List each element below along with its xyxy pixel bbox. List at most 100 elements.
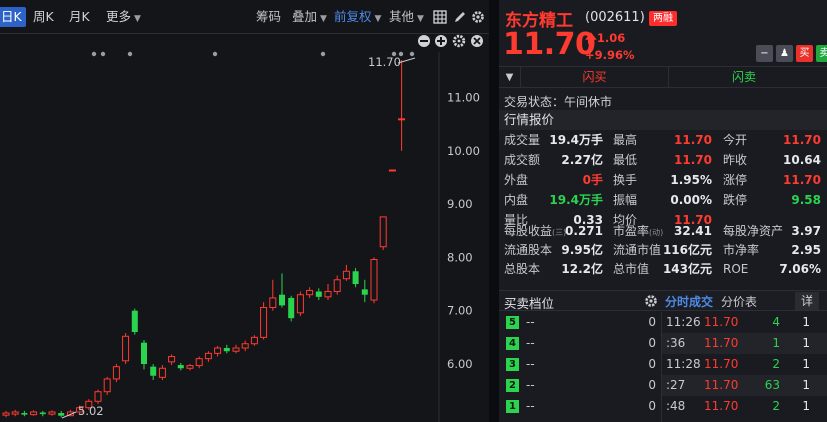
up-arrow-icon: 🡅 xyxy=(585,31,597,45)
candle-up xyxy=(232,347,240,352)
forward-adjust-dropdown[interactable]: 前复权 ▼ xyxy=(334,7,381,27)
quote-value: 1.95% xyxy=(670,173,712,187)
bid-level-row[interactable]: 1 -- 0 xyxy=(499,396,660,417)
event-marker-dot[interactable] xyxy=(409,51,415,57)
bid-level-row[interactable]: 3 -- 0 xyxy=(499,354,660,375)
overlay-dropdown[interactable]: 叠加 ▼ xyxy=(292,7,327,27)
quote-label: 内盘 xyxy=(504,193,529,207)
tick-time: :36 xyxy=(666,336,686,350)
candle-up xyxy=(204,352,212,360)
bid-ask-title: 买卖档位 xyxy=(504,296,555,311)
detail-button[interactable]: 详 xyxy=(795,292,819,310)
financial-label: 总市值 xyxy=(613,260,649,278)
quote-value: 11.70 xyxy=(674,153,712,167)
panel-divider[interactable] xyxy=(489,0,499,422)
tab-time-sales[interactable]: 分时成交 xyxy=(665,293,713,310)
financial-row: 流通股本 9.95亿 流通市值 116亿元 市净率 2.95 xyxy=(499,241,827,259)
quote-label: 外盘 xyxy=(504,173,529,187)
minus-icon[interactable]: − xyxy=(756,45,773,62)
price-axis-label: 9.00 xyxy=(447,197,473,211)
stock-code: (002611) xyxy=(585,10,645,25)
event-marker-dot[interactable] xyxy=(127,51,133,57)
quote-row: 外盘 0手 换手 1.95% 涨停 11.70 xyxy=(499,171,827,190)
order-book-settings-icon[interactable] xyxy=(644,294,658,311)
tick-price: 11.70 xyxy=(704,336,739,350)
tick-price: 11.70 xyxy=(704,315,739,329)
candle-up xyxy=(11,411,19,415)
bell-icon[interactable]: ♟ xyxy=(776,45,793,62)
close-chart-icon[interactable] xyxy=(471,35,483,47)
financial-value: 32.41 xyxy=(674,224,712,238)
zoom-out-icon[interactable] xyxy=(418,35,430,47)
price-axis-label: 11.00 xyxy=(447,91,480,105)
collapse-icon[interactable]: ▼ xyxy=(499,67,521,88)
candle-up xyxy=(324,291,332,298)
candle-up xyxy=(186,365,194,369)
margin-trading-badge: 两融 xyxy=(649,11,677,26)
flash-buy-button[interactable]: 闪买 xyxy=(521,67,669,88)
event-marker-dot[interactable] xyxy=(91,51,97,57)
candle-down xyxy=(279,294,285,306)
candlestick-chart[interactable]: 11.00 10.00 9.00 8.00 7.00 6.00 11.70 5.02 xyxy=(0,34,489,422)
financial-row: 总股本 12.2亿 总市值 143亿元 ROE 7.06% xyxy=(499,260,827,278)
candle-up xyxy=(48,411,56,415)
quote-section-header: 行情报价 xyxy=(499,110,827,130)
candle-down xyxy=(150,366,157,376)
flash-sell-button[interactable]: 闪卖 xyxy=(670,67,818,88)
chart-settings-icon[interactable] xyxy=(452,34,466,48)
period-week-tab[interactable]: 周K xyxy=(33,7,54,27)
zoom-in-icon[interactable] xyxy=(435,35,447,47)
candle-down xyxy=(58,413,65,416)
more-periods-dropdown[interactable]: 更多 ▼ xyxy=(106,7,141,27)
tick-row: :27 11.70 63 1 xyxy=(662,375,827,396)
tick-count: 1 xyxy=(802,315,810,329)
tick-price: 11.70 xyxy=(704,378,739,392)
sell-button[interactable]: 卖 xyxy=(816,45,827,62)
tick-price: 11.70 xyxy=(704,399,739,413)
tick-time: :27 xyxy=(666,378,686,392)
bid-level-row[interactable]: 5 -- 0 xyxy=(499,312,660,333)
quote-label: 最高 xyxy=(613,133,638,147)
financial-value: 3.97 xyxy=(791,224,821,238)
quote-value: 19.4万手 xyxy=(549,193,603,207)
tab-price-table[interactable]: 分价表 xyxy=(721,293,757,310)
level-volume: 0 xyxy=(648,315,656,329)
settings-gear-icon[interactable] xyxy=(471,10,485,24)
bid-level-row[interactable]: 2 -- 0 xyxy=(499,375,660,396)
tick-price: 11.70 xyxy=(704,357,739,371)
quote-label: 涨停 xyxy=(723,173,748,187)
grid-layout-icon[interactable] xyxy=(433,10,447,24)
financial-value: 0.271 xyxy=(565,224,603,238)
level-volume: 0 xyxy=(648,336,656,350)
level-price: -- xyxy=(526,336,535,350)
buy-button[interactable]: 买 xyxy=(796,45,813,62)
tick-volume: 2 xyxy=(772,357,780,371)
kline-svg: 11.00 10.00 9.00 8.00 7.00 6.00 11.70 5.02 xyxy=(2,34,483,422)
draw-pen-icon[interactable] xyxy=(453,10,467,24)
flash-trade-bar: ▼ 闪买 闪卖 xyxy=(499,66,827,88)
chevron-down-icon: ▼ xyxy=(320,14,327,24)
quote-label: 跌停 xyxy=(723,193,748,207)
financial-label: ROE xyxy=(723,260,748,278)
chips-button[interactable]: 筹码 xyxy=(256,7,281,27)
price-axis-label: 6.00 xyxy=(447,357,473,371)
tick-row: :48 11.70 2 1 xyxy=(662,396,827,417)
kline-panel: 日K 周K 月K 更多 ▼ 筹码 叠加 ▼ 前复权 ▼ 其他 ▼ 11.00 1… xyxy=(0,0,489,422)
event-marker-dot[interactable] xyxy=(212,51,218,57)
event-marker-dot[interactable] xyxy=(320,51,326,57)
period-month-tab[interactable]: 月K xyxy=(69,7,90,27)
price-axis: 11.00 10.00 9.00 8.00 7.00 6.00 xyxy=(447,91,480,372)
other-label: 其他 xyxy=(389,9,415,24)
tick-volume: 63 xyxy=(764,378,780,392)
bid-level-row[interactable]: 4 -- 0 xyxy=(499,333,660,354)
tick-row: 11:26 11.70 4 1 xyxy=(662,312,827,333)
financial-label-text: 流通股本 xyxy=(504,243,553,257)
other-dropdown[interactable]: 其他 ▼ xyxy=(389,7,424,27)
period-day-tab[interactable]: 日K xyxy=(0,7,26,27)
event-marker-dot[interactable] xyxy=(100,51,106,57)
quote-label: 成交量 xyxy=(504,133,541,147)
candle-up xyxy=(94,391,102,402)
financial-label-text: 总市值 xyxy=(613,262,650,276)
candle-up xyxy=(103,378,111,393)
low-price-marker: 5.02 xyxy=(78,404,104,418)
